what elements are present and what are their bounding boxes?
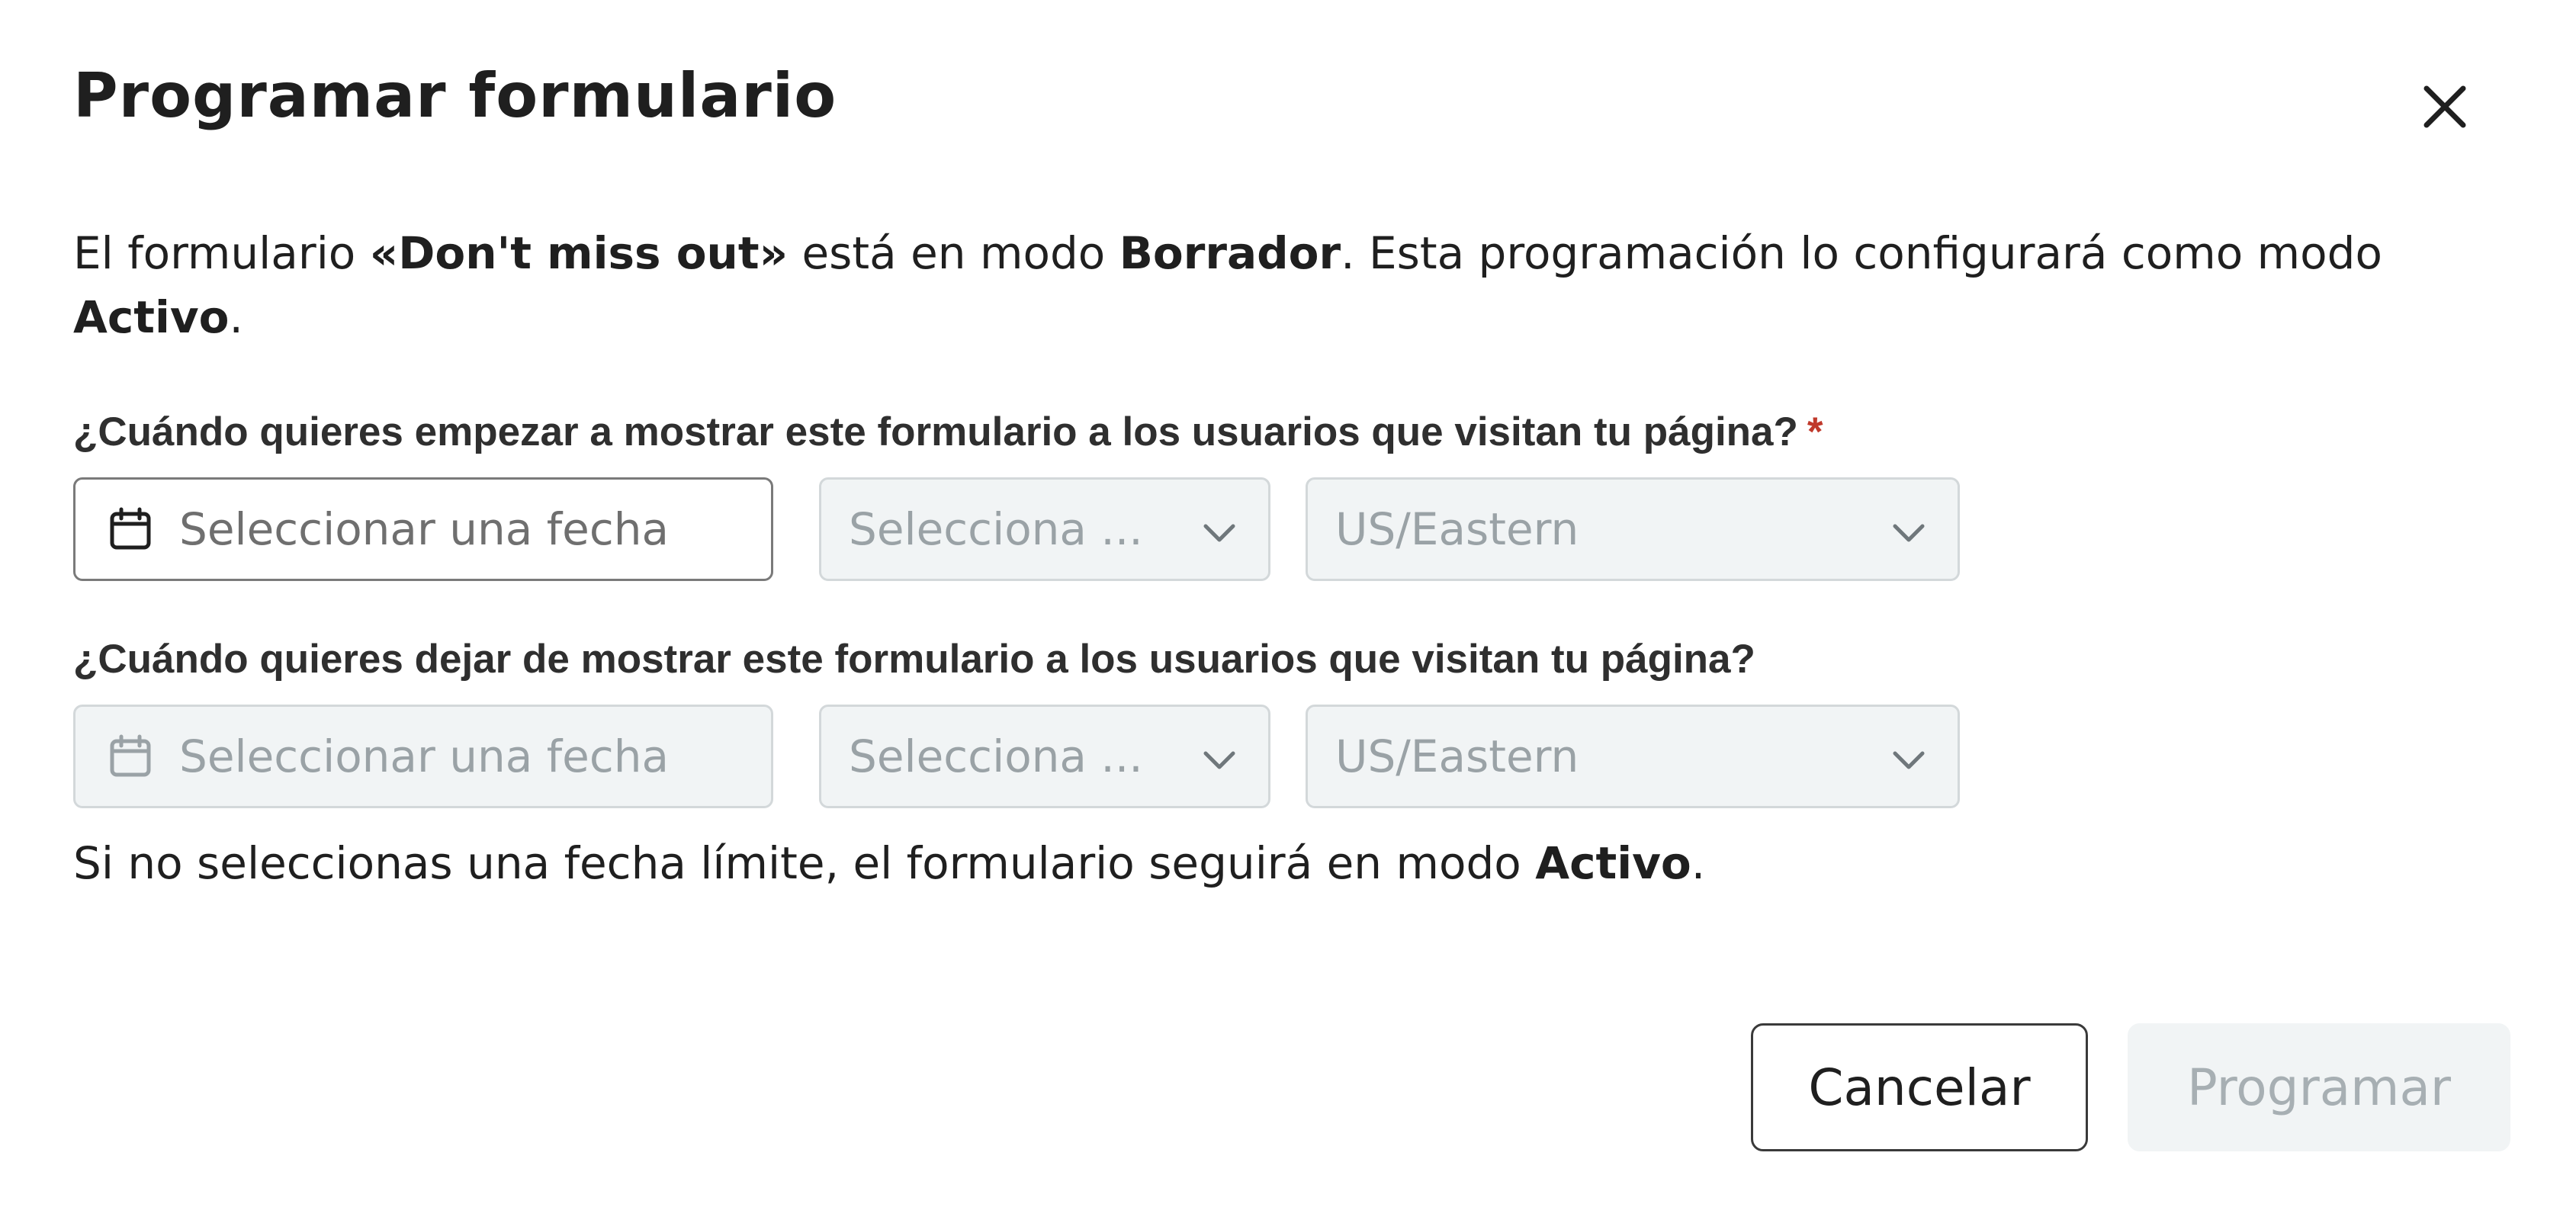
intro-part2: está en modo bbox=[788, 227, 1119, 279]
calendar-icon bbox=[110, 734, 151, 777]
form-name: «Don't miss out» bbox=[369, 227, 789, 279]
intro-text: El formulario «Don't miss out» está en m… bbox=[73, 221, 2513, 349]
chevron-down-icon bbox=[1203, 751, 1235, 769]
close-icon[interactable] bbox=[2414, 76, 2475, 137]
start-label-text: ¿Cuándo quieres empezar a mostrar este f… bbox=[73, 409, 1798, 454]
chevron-down-icon bbox=[1893, 524, 1925, 542]
end-date-placeholder: Seleccionar una fecha bbox=[179, 730, 670, 782]
intro-part3: . Esta programación lo configurará como … bbox=[1341, 227, 2382, 279]
schedule-form-dialog: Programar formulario El formulario «Don'… bbox=[0, 0, 2576, 1220]
current-mode: Borrador bbox=[1119, 227, 1341, 279]
intro-part4: . bbox=[229, 291, 243, 343]
end-label: ¿Cuándo quieres dejar de mostrar este fo… bbox=[73, 637, 1755, 682]
start-timezone-value: US/Eastern bbox=[1335, 503, 1579, 555]
target-mode: Activo bbox=[73, 291, 230, 343]
hint-mode: Activo bbox=[1535, 837, 1691, 889]
end-time-placeholder: Selecciona ... bbox=[849, 730, 1143, 782]
start-timezone-select: US/Eastern bbox=[1306, 477, 1960, 581]
end-date-input: Seleccionar una fecha bbox=[73, 705, 773, 808]
hint-part2: . bbox=[1691, 837, 1706, 889]
dialog-title: Programar formulario bbox=[73, 60, 837, 131]
chevron-down-icon bbox=[1203, 524, 1235, 542]
end-date-hint: Si no seleccionas una fecha límite, el f… bbox=[73, 837, 1705, 889]
cancel-button[interactable]: Cancelar bbox=[1751, 1023, 2088, 1151]
end-time-select: Selecciona ... bbox=[819, 705, 1270, 808]
chevron-down-icon bbox=[1893, 751, 1925, 769]
intro-part1: El formulario bbox=[73, 227, 370, 279]
end-timezone-value: US/Eastern bbox=[1335, 730, 1579, 782]
close-button[interactable] bbox=[2414, 76, 2475, 137]
required-mark: * bbox=[1807, 409, 1823, 454]
end-timezone-select: US/Eastern bbox=[1306, 705, 1960, 808]
start-date-placeholder: Seleccionar una fecha bbox=[179, 503, 670, 555]
schedule-button[interactable]: Programar bbox=[2128, 1023, 2510, 1151]
start-time-placeholder: Selecciona ... bbox=[849, 503, 1143, 555]
start-date-input[interactable]: Seleccionar una fecha bbox=[73, 477, 773, 581]
start-time-select: Selecciona ... bbox=[819, 477, 1270, 581]
calendar-icon bbox=[110, 507, 151, 550]
start-label: ¿Cuándo quieres empezar a mostrar este f… bbox=[73, 409, 1823, 455]
hint-part1: Si no seleccionas una fecha límite, el f… bbox=[73, 837, 1536, 889]
